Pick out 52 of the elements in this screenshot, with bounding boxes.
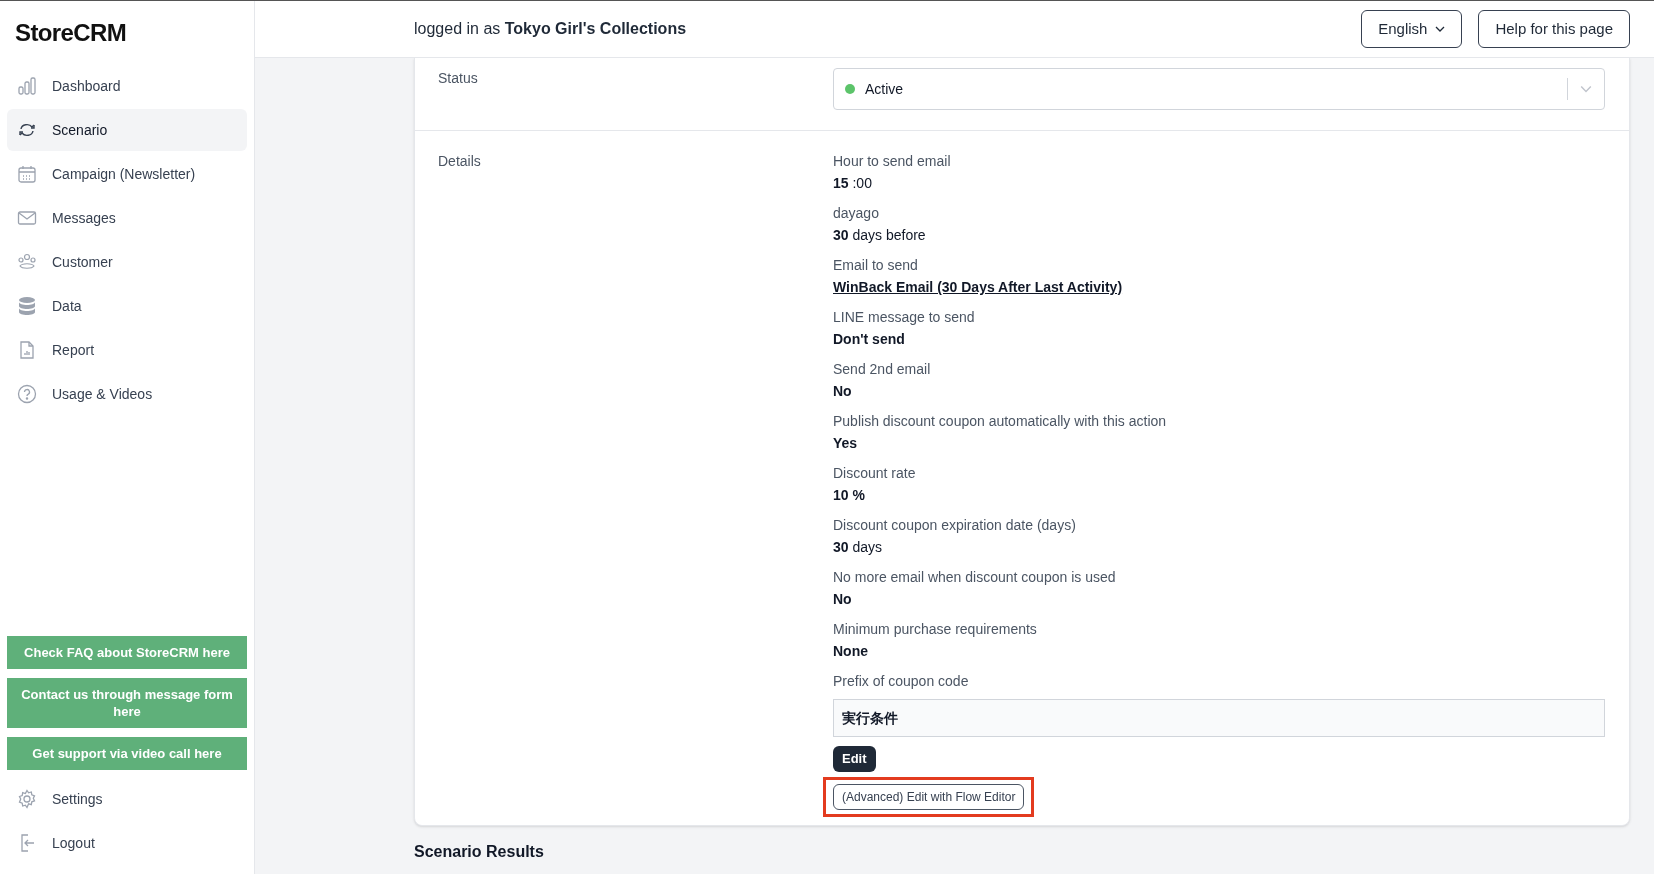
field-value: Don't send: [833, 330, 905, 349]
database-icon: [17, 296, 37, 316]
edit-button[interactable]: Edit: [833, 746, 876, 772]
field-label: dayago: [833, 204, 879, 223]
flow-editor-button[interactable]: (Advanced) Edit with Flow Editor: [833, 784, 1025, 810]
field-label: Prefix of coupon code: [833, 672, 969, 691]
calendar-icon: [17, 164, 37, 184]
status-dropdown[interactable]: Active: [833, 68, 1605, 110]
mail-icon: [17, 208, 37, 228]
bar-chart-icon: [17, 76, 37, 96]
field-label: Discount coupon expiration date (days): [833, 516, 1076, 535]
field-value: 10 %: [833, 486, 865, 505]
logo[interactable]: StoreCRM: [15, 15, 127, 51]
field-label: Hour to send email: [833, 152, 951, 171]
settings-icon: [17, 789, 37, 809]
people-icon: [17, 252, 37, 272]
field-label: Minimum purchase requirements: [833, 620, 1037, 639]
field-label: Discount rate: [833, 464, 916, 483]
email-link[interactable]: WinBack Email (30 Days After Last Activity): [833, 277, 1123, 297]
help-button[interactable]: Help for this page: [1478, 10, 1630, 48]
nav-item[interactable]: Messages: [7, 197, 247, 239]
field-label: Send 2nd email: [833, 360, 931, 379]
nav-item[interactable]: Data: [7, 285, 247, 327]
section-title: Scenario Results: [414, 842, 545, 862]
nav-item[interactable]: Settings: [7, 778, 247, 820]
nav-item[interactable]: Logout: [7, 822, 247, 864]
field-value: 15 :00: [833, 174, 872, 193]
help-icon: [17, 384, 37, 404]
coupon-prefix-field: 実行条件: [833, 699, 1605, 737]
field-value: None: [833, 642, 868, 661]
field-value: 30 days before: [833, 226, 926, 245]
login-status: logged in as Tokyo Girl's Collections: [414, 19, 687, 39]
chevron-down-icon: [1435, 24, 1446, 34]
field-value: No: [833, 382, 852, 401]
document-icon: [17, 340, 37, 360]
nav-item[interactable]: Scenario: [7, 109, 247, 151]
field-label: Status: [437, 69, 479, 88]
nav-item[interactable]: Report: [7, 329, 247, 371]
nav-item[interactable]: Usage & Videos: [7, 373, 247, 415]
field-value: No: [833, 590, 852, 609]
field-label: Publish discount coupon automatically with this action: [833, 412, 1167, 431]
chevron-down-icon: [1580, 83, 1592, 95]
language-dropdown[interactable]: English: [1361, 10, 1463, 48]
field-label: Details: [437, 152, 482, 171]
nav-item[interactable]: Dashboard: [7, 65, 247, 107]
nav-item[interactable]: Campaign (Newsletter): [7, 153, 247, 195]
nav-item[interactable]: Customer: [7, 241, 247, 283]
field-value: 30 days: [833, 538, 883, 557]
field-label: No more email when discount coupon is used: [833, 568, 1116, 587]
field-value: Yes: [833, 434, 858, 453]
field-label: LINE message to send: [833, 308, 975, 327]
field-label: Email to send: [833, 256, 918, 275]
